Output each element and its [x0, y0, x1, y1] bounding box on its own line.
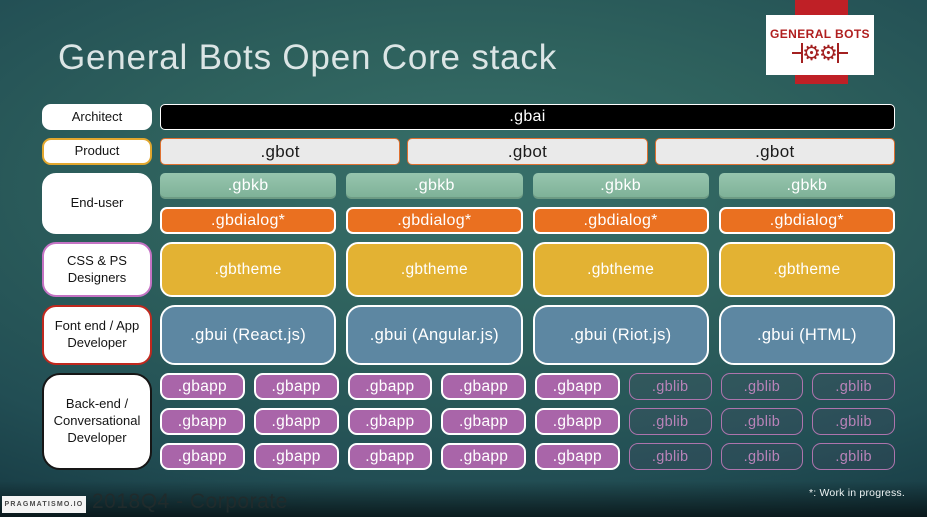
gears-icon: ⚙ ⚙ — [792, 43, 848, 64]
gblib-box: .gblib — [628, 373, 712, 400]
gbui-box: .gbui (Riot.js) — [532, 305, 709, 365]
pragmatismo-watermark: PRAGMATISMO.IO — [2, 496, 86, 513]
gbtheme-box: .gbtheme — [346, 242, 523, 297]
row-gbui: .gbui (React.js) .gbui (Angular.js) .gbui … — [160, 305, 895, 365]
row-gbot: .gbot .gbot .gbot — [160, 138, 895, 165]
gbui-box: .gbui (HTML) — [718, 305, 895, 365]
gbapp-box: .gbapp — [253, 373, 339, 400]
row-gbai: .gbai — [160, 104, 895, 130]
gblib-box: .gblib — [720, 443, 804, 470]
row-backend-1: .gbapp .gbapp .gbapp .gbapp .gbapp .gblib .gbl… — [160, 373, 895, 400]
gblib-box: .gblib — [812, 443, 895, 470]
gbapp-box: .gbapp — [253, 408, 339, 435]
gbapp-box: .gbapp — [441, 408, 526, 435]
role-label-product: Product — [42, 138, 152, 165]
row-gbtheme: .gbtheme .gbtheme .gbtheme .gbtheme — [160, 242, 895, 297]
gbkb-box: .gbkb — [532, 173, 709, 199]
gbapp-box: .gbapp — [535, 373, 620, 400]
role-label-css-ps-designers: CSS & PS Designers — [42, 242, 152, 297]
stack-diagram: Architect Product End-user CSS & PS Desi… — [42, 104, 895, 470]
role-label-end-user: End-user — [42, 173, 152, 234]
gbapp-box: .gbapp — [347, 408, 433, 435]
slide: { "slide": { "title": "General Bots Open… — [0, 0, 927, 517]
gear-icon: ⚙ — [819, 41, 838, 65]
gblib-box: .gblib — [628, 408, 712, 435]
gbui-box: .gbui (React.js) — [160, 305, 337, 365]
gblib-box: .gblib — [628, 443, 712, 470]
gbapp-box: .gbapp — [347, 373, 433, 400]
gbapp-box: .gbapp — [253, 443, 339, 470]
gear-bar-right-icon — [838, 52, 848, 54]
role-label-frontend-app-developer: Font end / App Developer — [42, 305, 152, 365]
row-gbkb: .gbkb .gbkb .gbkb .gbkb — [160, 173, 895, 199]
gbtheme-box: .gbtheme — [532, 242, 709, 297]
gbai-box: .gbai — [160, 104, 895, 130]
gbtheme-box: .gbtheme — [160, 242, 337, 297]
row-backend-2: .gbapp .gbapp .gbapp .gbapp .gbapp .gblib .gbl… — [160, 408, 895, 435]
gbkb-box: .gbkb — [160, 173, 337, 199]
gblib-box: .gblib — [720, 373, 804, 400]
gbapp-box: .gbapp — [347, 443, 433, 470]
gbkb-box: .gbkb — [718, 173, 895, 199]
gbdialog-box: .gbdialog* — [532, 207, 709, 234]
gbtheme-box: .gbtheme — [718, 242, 895, 297]
gbot-box: .gbot — [654, 138, 895, 165]
gblib-box: .gblib — [812, 408, 895, 435]
gbapp-box: .gbapp — [160, 408, 245, 435]
gbot-box: .gbot — [407, 138, 648, 165]
gbkb-box: .gbkb — [346, 173, 523, 199]
work-in-progress-footnote: *: Work in progress. — [808, 487, 905, 499]
gbapp-box: .gbapp — [535, 408, 620, 435]
gbapp-box: .gbapp — [535, 443, 620, 470]
gbapp-box: .gbapp — [441, 443, 526, 470]
gbdialog-box: .gbdialog* — [718, 207, 895, 234]
row-backend-3: .gbapp .gbapp .gbapp .gbapp .gbapp .gblib .gbl… — [160, 443, 895, 470]
gbapp-box: .gbapp — [441, 373, 526, 400]
footer-caption: 2018Q4 - Corporate — [92, 490, 288, 513]
gbdialog-box: .gbdialog* — [160, 207, 337, 234]
role-label-architect: Architect — [42, 104, 152, 130]
role-label-backend-conversational-developer: Back-end / Conversational Developer — [42, 373, 152, 470]
gbdialog-box: .gbdialog* — [346, 207, 523, 234]
general-bots-logo: GENERAL BOTS ⚙ ⚙ — [766, 15, 874, 75]
gbapp-box: .gbapp — [160, 443, 245, 470]
gbapp-box: .gbapp — [160, 373, 245, 400]
slide-title: General Bots Open Core stack — [58, 38, 558, 77]
gblib-box: .gblib — [720, 408, 804, 435]
gear-bar-left-icon — [792, 52, 802, 54]
row-gbdialog: .gbdialog* .gbdialog* .gbdialog* .gbdialog* — [160, 207, 895, 234]
gblib-box: .gblib — [812, 373, 895, 400]
logo-brand-text: GENERAL BOTS — [770, 26, 870, 41]
gbui-box: .gbui (Angular.js) — [346, 305, 523, 365]
gbot-box: .gbot — [160, 138, 401, 165]
